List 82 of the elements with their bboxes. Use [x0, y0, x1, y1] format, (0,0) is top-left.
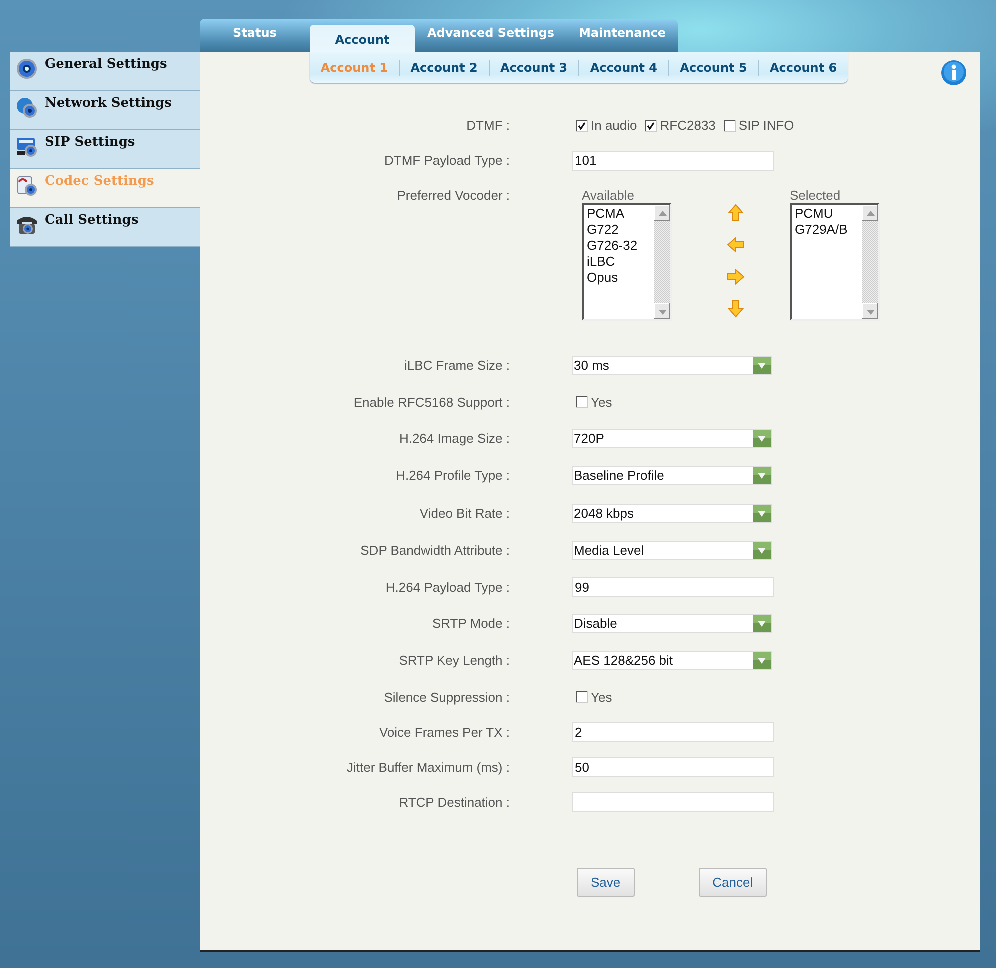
sidebar-item[interactable]: Network Settings [10, 91, 200, 130]
list-option[interactable]: PCMA [587, 206, 651, 222]
checkbox-label: Yes [591, 394, 612, 410]
list-box[interactable]: PCMU G729A/B [790, 203, 880, 321]
list-heading: Available [582, 188, 636, 203]
dropdown[interactable]: Disable [572, 614, 772, 633]
sidebar-item[interactable]: SIP Settings [10, 130, 200, 169]
input-field[interactable]: 2 [572, 722, 774, 742]
field-label: DTMF Payload Type : [384, 153, 510, 168]
field-label: Silence Suppression : [383, 690, 510, 704]
check-icon [578, 122, 586, 130]
checkbox[interactable] [576, 120, 588, 132]
arrow-left-icon[interactable] [727, 236, 745, 254]
account-tab[interactable]: Account 5 [668, 60, 758, 76]
arrow-up-icon[interactable] [727, 204, 745, 222]
account-tab[interactable]: Account 4 [578, 60, 668, 76]
list-option[interactable]: G722 [587, 222, 651, 238]
nav-tab[interactable]: Account [310, 25, 415, 52]
list-option[interactable]: Opus [587, 270, 651, 286]
account-tab[interactable]: Account 6 [758, 60, 848, 76]
scrollbar[interactable] [862, 205, 878, 319]
list-heading: Selected [790, 188, 842, 203]
sidebar-item[interactable]: General Settings [10, 52, 200, 91]
list-option[interactable]: iLBC [587, 254, 651, 270]
checkbox-label: Yes [591, 690, 612, 704]
account-tab[interactable]: Account 3 [488, 60, 578, 76]
caret-icon [753, 357, 771, 374]
input-field[interactable]: 99 [572, 577, 774, 597]
field-label: H.264 Payload Type : [384, 580, 510, 594]
checkbox-label: SIP INFO [738, 118, 794, 133]
checkbox[interactable] [576, 396, 588, 408]
account-tab[interactable]: Account 2 [398, 60, 489, 76]
caret-icon [753, 614, 771, 632]
field-label: Enable RFC5168 Support : [352, 394, 510, 410]
telephone-icon [16, 214, 38, 236]
input-field[interactable] [572, 792, 774, 812]
field-label: RTCP Destination : [398, 794, 510, 810]
field-label: SDP Bandwidth Attribute : [360, 543, 510, 558]
field-label: SRTP Key Length : [398, 653, 510, 668]
dropdown[interactable]: Media Level [572, 541, 772, 560]
list-option[interactable]: PCMU [795, 206, 859, 222]
globe-gear-icon [16, 97, 38, 119]
caret-icon [753, 652, 771, 670]
checkbox[interactable] [576, 691, 588, 703]
dropdown[interactable]: Baseline Profile [572, 466, 772, 486]
field-label: SRTP Mode : [431, 616, 510, 631]
field-label: iLBC Frame Size : [404, 358, 510, 374]
checkbox[interactable] [645, 120, 658, 132]
device-gear-icon [16, 136, 38, 158]
caret-icon [753, 504, 771, 522]
field-label: Voice Frames Per TX : [378, 724, 510, 740]
field-label: Jitter Buffer Maximum (ms) : [346, 760, 510, 774]
sidebar-item[interactable]: Call Settings [10, 208, 200, 247]
dropdown[interactable]: 2048 kbps [572, 504, 772, 523]
field-label: Preferred Vocoder : [396, 187, 510, 203]
check-icon [647, 122, 656, 130]
dropdown[interactable]: AES 128&256 bit [572, 651, 772, 670]
field-label: H.264 Image Size : [398, 430, 510, 446]
field-label: DTMF : [466, 118, 510, 133]
field-label: H.264 Profile Type : [395, 468, 510, 484]
caret-icon [753, 430, 771, 447]
gear-icon [16, 58, 38, 80]
cancel-button[interactable]: Cancel [698, 868, 768, 896]
caret-icon [753, 542, 771, 560]
checkbox[interactable] [724, 120, 736, 132]
checkbox-label: In audio [591, 118, 638, 133]
dropdown[interactable]: 30 ms [572, 356, 772, 376]
caret-icon [753, 467, 771, 484]
checkbox-label: RFC2833 [660, 118, 716, 133]
list-option[interactable]: G726-32 [587, 238, 651, 254]
save-button[interactable]: Save [577, 868, 635, 896]
info-icon[interactable] [941, 60, 967, 86]
document-gear-icon [16, 175, 38, 197]
arrow-right-icon[interactable] [727, 268, 745, 286]
scrollbar[interactable] [654, 205, 670, 319]
dropdown[interactable]: 720P [572, 428, 772, 448]
input-field[interactable]: 101 [572, 150, 774, 170]
input-field[interactable]: 50 [572, 757, 774, 777]
arrow-down-icon[interactable] [727, 300, 745, 318]
list-box[interactable]: PCMA G722 G726-32 iLBC Opus [582, 203, 672, 321]
list-option[interactable]: G729A/B [795, 222, 859, 238]
field-label: Video Bit Rate : [418, 506, 510, 521]
